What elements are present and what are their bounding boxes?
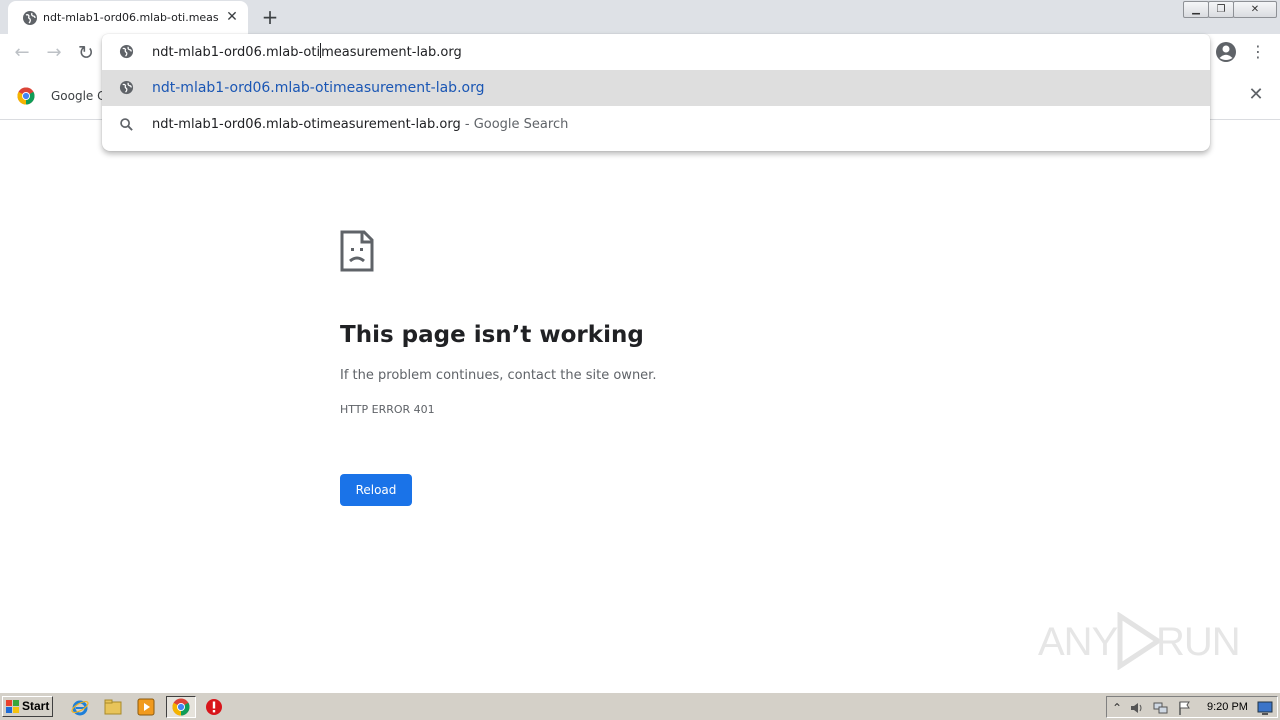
windows-logo-icon: [6, 700, 19, 713]
internet-explorer-icon[interactable]: [71, 698, 89, 716]
suggestion-text: ndt-mlab1-ord06.mlab-otimeasurement-lab.…: [152, 80, 485, 96]
error-description: If the problem continues, contact the si…: [340, 368, 657, 383]
minimize-button[interactable]: ▁: [1183, 1, 1209, 18]
maximize-button[interactable]: ❐: [1208, 1, 1234, 18]
globe-icon: [119, 44, 134, 59]
close-bar-icon[interactable]: ✕: [1247, 86, 1265, 104]
speaker-icon[interactable]: [1129, 700, 1145, 716]
show-hidden-icons-icon[interactable]: ⌃: [1109, 700, 1125, 716]
address-text-before-caret: ndt-mlab1-ord06.mlab-oti: [152, 45, 321, 60]
address-text-after-caret: measurement-lab.org: [321, 45, 462, 60]
action-center-flag-icon[interactable]: [1177, 700, 1193, 716]
back-button[interactable]: ←: [11, 42, 33, 64]
address-input-value[interactable]: ndt-mlab1-ord06.mlab-otimeasurement-lab.…: [152, 43, 462, 62]
forward-button[interactable]: →: [43, 42, 65, 64]
media-player-icon[interactable]: [137, 698, 155, 716]
address-input[interactable]: ndt-mlab1-ord06.mlab-otimeasurement-lab.…: [102, 34, 1210, 70]
play-logo-icon: [1117, 612, 1162, 670]
title-bar: ndt-mlab1-ord06.mlab-oti.measurement-lab…: [0, 0, 1280, 34]
search-icon: [120, 118, 133, 131]
omnibox-suggestion-search[interactable]: ndt-mlab1-ord06.mlab-otimeasurement-lab.…: [102, 107, 1210, 143]
more-menu-icon[interactable]: ⋮: [1250, 41, 1266, 63]
watermark-text-left: ANY: [1038, 620, 1118, 664]
globe-icon: [119, 80, 134, 95]
show-desktop-icon[interactable]: [1257, 700, 1273, 716]
windows-taskbar: Start ⌃ 9:20 PM: [0, 692, 1280, 720]
close-tab-icon[interactable]: ✕: [224, 9, 240, 25]
system-tray: ⌃ 9:20 PM: [1106, 696, 1278, 718]
chrome-logo-icon: [17, 87, 35, 105]
error-title: This page isn’t working: [340, 322, 644, 348]
taskbar-chrome-button[interactable]: [166, 696, 196, 718]
browser-tab[interactable]: ndt-mlab1-ord06.mlab-oti.measurement-lab…: [8, 1, 248, 34]
suggestion-text: ndt-mlab1-ord06.mlab-otimeasurement-lab.…: [152, 116, 568, 134]
network-icon[interactable]: [1153, 700, 1169, 716]
profile-avatar-icon[interactable]: [1215, 41, 1237, 63]
suggestion-query: ndt-mlab1-ord06.mlab-otimeasurement-lab.…: [152, 117, 461, 132]
anyrun-watermark: ANY RUN: [1038, 612, 1241, 672]
omnibox-dropdown: ndt-mlab1-ord06.mlab-otimeasurement-lab.…: [102, 34, 1210, 151]
suggestion-suffix: - Google Search: [460, 117, 569, 132]
tab-title: ndt-mlab1-ord06.mlab-oti.measurement-lab…: [43, 11, 219, 24]
globe-icon: [23, 11, 37, 25]
chrome-icon: [172, 698, 190, 716]
reload-icon[interactable]: ↻: [75, 42, 97, 64]
omnibox-suggestion-url[interactable]: ndt-mlab1-ord06.mlab-otimeasurement-lab.…: [102, 70, 1210, 106]
sad-page-icon: [340, 230, 374, 272]
folder-icon[interactable]: [104, 698, 122, 716]
close-window-button[interactable]: ✕: [1233, 1, 1277, 18]
stop-sign-icon[interactable]: [205, 698, 223, 716]
error-code: HTTP ERROR 401: [340, 403, 435, 416]
taskbar-clock[interactable]: 9:20 PM: [1207, 699, 1248, 715]
watermark-text-right: RUN: [1156, 620, 1241, 664]
start-label: Start: [22, 699, 50, 713]
new-tab-button[interactable]: +: [258, 5, 282, 29]
reload-button[interactable]: Reload: [340, 474, 412, 506]
start-button[interactable]: Start: [2, 696, 53, 717]
